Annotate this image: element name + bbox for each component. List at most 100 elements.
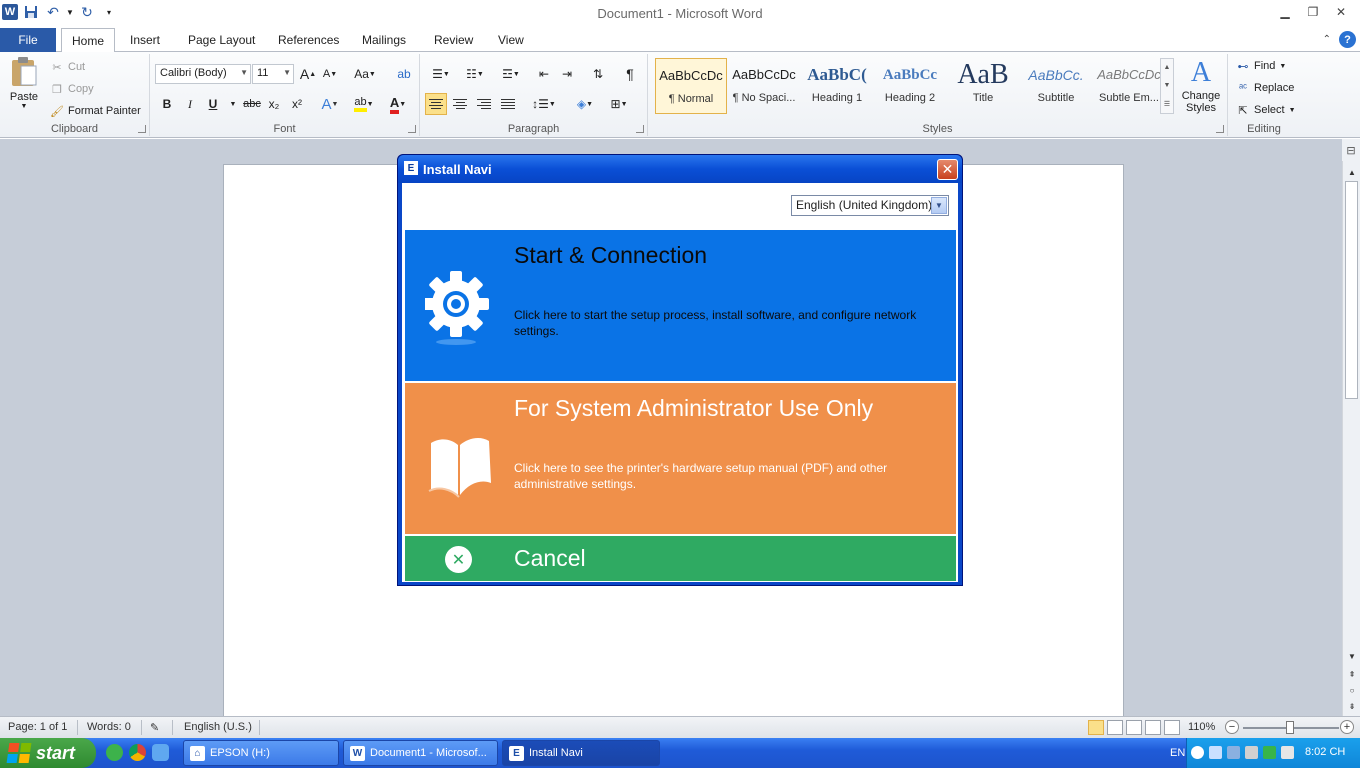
chrome-icon[interactable] [129,744,146,761]
dialog-close-button[interactable]: ✕ [937,159,958,180]
outline-view-icon[interactable] [1145,720,1161,735]
italic-button[interactable]: I [180,94,200,114]
bullets-button[interactable]: ☰ ▼ [426,64,456,84]
decrease-indent-button[interactable]: ⇤ [534,64,554,84]
strikethrough-button[interactable]: abc [240,94,264,114]
zoom-in-icon[interactable]: + [1340,720,1354,734]
tray-security-icon[interactable] [1263,746,1276,759]
chevron-up-icon[interactable]: ▲ [1164,64,1171,71]
show-formatting-button[interactable]: ¶ [620,64,640,84]
justify-button[interactable] [497,93,519,115]
tray-tool-icon[interactable] [1245,746,1258,759]
proofing-icon[interactable]: ✎ [150,721,159,734]
zoom-slider-handle[interactable] [1286,721,1294,734]
dialog-title-bar[interactable]: E Install Navi ✕ [398,155,962,183]
view-ruler-icon[interactable]: ⊟ [1342,139,1360,161]
full-screen-reading-view-icon[interactable] [1107,720,1123,735]
paste-button[interactable]: Paste ▼ [6,56,42,118]
underline-button[interactable]: U [203,94,223,114]
subscript-button[interactable]: x₂ [264,94,284,114]
network-icon[interactable] [1227,746,1240,759]
styles-gallery-scroll[interactable]: ▲ ▼ ☰ [1160,58,1174,114]
superscript-button[interactable]: x² [287,94,307,114]
highlight-button[interactable]: ab ▼ [350,94,378,114]
style-subtitle[interactable]: AaBbCc. Subtitle [1020,58,1092,114]
line-spacing-button[interactable]: ↕☰ ▼ [530,94,558,114]
taskbar-item-epson[interactable]: ⌂ EPSON (H:) [183,740,339,766]
scrollbar-thumb[interactable] [1345,181,1358,399]
restore-icon[interactable]: ❐ [1306,5,1320,19]
change-styles-button[interactable]: A Change Styles [1178,56,1224,120]
word-count[interactable]: Words: 0 [87,721,131,733]
font-dialog-launcher[interactable] [408,125,416,133]
font-name-combo[interactable]: Calibri (Body) ▼ [155,64,251,84]
cancel-option[interactable]: ✕ Cancel [405,536,956,581]
taskbar-item-word[interactable]: W Document1 - Microsof... [343,740,498,766]
paste-dropdown-icon[interactable]: ▼ [6,103,42,110]
align-center-button[interactable] [449,93,471,115]
numbering-button[interactable]: ☷ ▼ [460,64,490,84]
cut-button[interactable]: ✂ Cut [50,60,85,74]
format-painter-button[interactable]: 🖌 Format Painter [50,104,141,118]
minimize-icon[interactable]: ▁ [1278,5,1292,19]
sort-button[interactable]: ⇅ [588,64,608,84]
language-status[interactable]: English (U.S.) [184,721,252,733]
borders-button[interactable]: ⊞ ▼ [604,94,634,114]
style-title[interactable]: AaB Title [947,58,1019,114]
clear-formatting-button[interactable]: ab [394,64,414,84]
tab-references[interactable]: References [268,28,349,52]
text-effects-button[interactable]: A ▼ [320,94,340,114]
vertical-scrollbar[interactable]: ▲ ▼ ⇞ ○ ⇟ [1342,161,1360,716]
help-icon[interactable]: ? [1339,31,1356,48]
clipboard-dialog-launcher[interactable] [138,125,146,133]
change-case-button[interactable]: Aa ▼ [352,64,378,84]
style-no-spacing[interactable]: AaBbCcDc ¶ No Spaci... [728,58,800,114]
tab-mailings[interactable]: Mailings [352,28,416,52]
start-button[interactable]: start [0,738,96,768]
replace-button[interactable]: ᵃᶜ Replace [1236,81,1294,95]
align-left-button[interactable] [425,93,447,115]
draft-view-icon[interactable] [1164,720,1180,735]
increase-indent-button[interactable]: ⇥ [557,64,577,84]
style-subtle-emphasis[interactable]: AaBbCcDc Subtle Em... [1093,58,1165,114]
bold-button[interactable]: B [157,94,177,114]
input-language[interactable]: EN [1170,747,1185,759]
font-color-button[interactable]: A ▼ [384,94,412,114]
volume-icon[interactable] [1281,746,1294,759]
tray-app-icon[interactable] [1209,746,1222,759]
grow-font-button[interactable]: A ▲ [298,64,318,84]
style-normal[interactable]: AaBbCcDc ¶ Normal [655,58,727,114]
tray-expand-icon[interactable] [1191,746,1204,759]
align-right-button[interactable] [473,93,495,115]
language-select[interactable]: English (United Kingdom) ▼ [791,195,949,216]
tab-page-layout[interactable]: Page Layout [178,28,265,52]
paragraph-dialog-launcher[interactable] [636,125,644,133]
ie-icon[interactable] [152,744,169,761]
scroll-up-icon[interactable]: ▲ [1343,165,1360,179]
chevron-down-icon[interactable]: ▼ [1164,82,1171,89]
tab-file[interactable]: File [0,28,56,52]
tab-review[interactable]: Review [424,28,483,52]
previous-page-icon[interactable]: ⇞ [1343,667,1360,681]
tab-insert[interactable]: Insert [120,28,170,52]
shrink-font-button[interactable]: A ▼ [320,64,340,84]
tab-home[interactable]: Home [61,28,116,53]
shading-button[interactable]: ◈ ▼ [570,94,600,114]
tab-view[interactable]: View [488,28,534,52]
chevron-down-icon[interactable]: ▼ [931,197,947,214]
zoom-out-icon[interactable]: − [1225,720,1239,734]
select-button[interactable]: ⇱ Select ▼ [1236,103,1295,117]
find-button[interactable]: ⊷ Find ▼ [1236,59,1287,73]
multilevel-list-button[interactable]: ☲ ▼ [496,64,526,84]
clock[interactable]: 8:02 CH [1305,746,1345,758]
close-window-icon[interactable]: ✕ [1334,5,1348,19]
style-heading-2[interactable]: AaBbCc Heading 2 [874,58,946,114]
scroll-down-icon[interactable]: ▼ [1343,649,1360,663]
styles-dialog-launcher[interactable] [1216,125,1224,133]
print-layout-view-icon[interactable] [1088,720,1104,735]
more-styles-icon[interactable]: ☰ [1164,100,1170,108]
refresh-app-icon[interactable] [106,744,123,761]
copy-button[interactable]: ❐ Copy [50,82,94,96]
start-connection-option[interactable]: Start & Connection Click here to start t… [405,230,956,381]
web-layout-view-icon[interactable] [1126,720,1142,735]
